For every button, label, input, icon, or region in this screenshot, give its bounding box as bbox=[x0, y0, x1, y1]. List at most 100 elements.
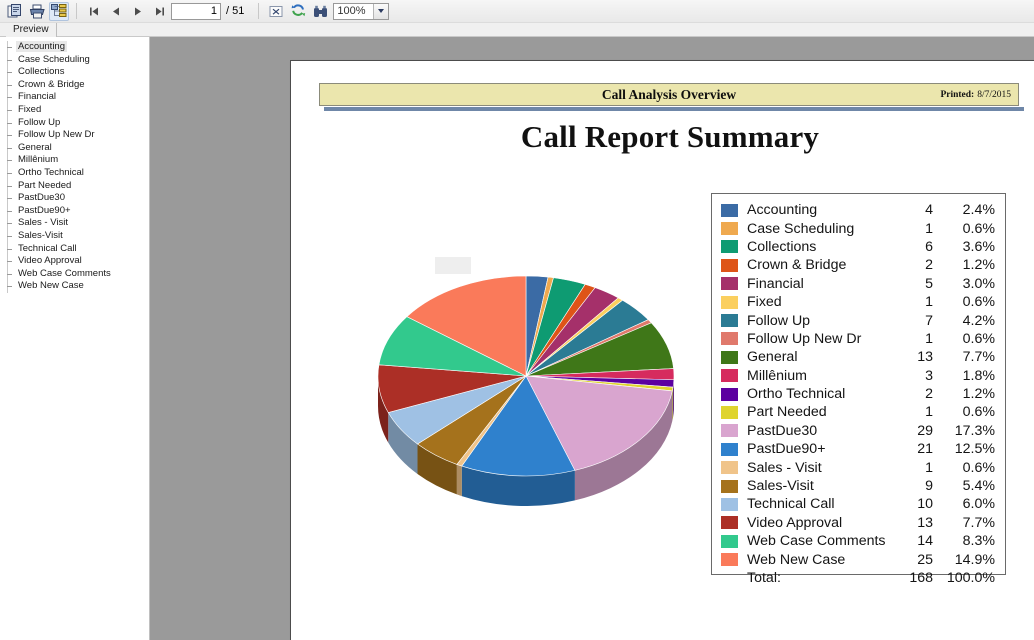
printed-label: Printed: bbox=[940, 89, 975, 100]
sidebar-item-financial[interactable]: Financial bbox=[0, 91, 149, 105]
legend-category-label: Technical Call bbox=[747, 496, 835, 513]
legend-row: Fixed 1 0.6% bbox=[721, 293, 995, 311]
legend-count-value: 2 bbox=[925, 386, 933, 403]
search-text-button[interactable] bbox=[310, 2, 330, 21]
legend-color-swatch bbox=[721, 461, 738, 475]
legend-count-value: 6 bbox=[925, 238, 933, 255]
sidebar-item-follow-up-new-dr[interactable]: Follow Up New Dr bbox=[0, 129, 149, 143]
report-banner: Call Analysis Overview Printed: 8/7/2015 bbox=[319, 83, 1019, 106]
pie-chart bbox=[366, 256, 686, 506]
tree-node-dash-icon bbox=[7, 273, 12, 275]
legend-color-swatch bbox=[721, 405, 738, 419]
first-page-button[interactable] bbox=[84, 2, 104, 21]
group-tree: Accounting Case Scheduling Collections Crow… bbox=[0, 37, 149, 294]
legend-percent-value: 0.6% bbox=[962, 404, 995, 421]
tree-node-dash-icon bbox=[7, 198, 12, 200]
toggle-group-tree-button[interactable] bbox=[49, 1, 69, 21]
sidebar-item-crown-bridge[interactable]: Crown & Bridge bbox=[0, 78, 149, 92]
tab-preview[interactable]: Preview bbox=[6, 23, 57, 37]
last-page-button[interactable] bbox=[150, 2, 170, 21]
refresh-button[interactable] bbox=[288, 2, 308, 21]
legend-count-value: 2 bbox=[925, 257, 933, 274]
sidebar-item-label: Accounting bbox=[16, 41, 68, 52]
sidebar-item-follow-up[interactable]: Follow Up bbox=[0, 116, 149, 130]
legend-row: Web Case Comments 14 8.3% bbox=[721, 532, 995, 550]
chevron-down-icon[interactable] bbox=[373, 3, 389, 19]
sidebar-item-part-needed[interactable]: Part Needed bbox=[0, 179, 149, 193]
legend-color-swatch bbox=[721, 479, 738, 493]
sidebar-item-accounting[interactable]: Accounting bbox=[0, 41, 149, 54]
legend-row: Follow Up 7 4.2% bbox=[721, 311, 995, 329]
legend-color-swatch bbox=[721, 387, 738, 401]
sidebar-item-video-approval[interactable]: Video Approval bbox=[0, 255, 149, 269]
toolbar: / 51 100% bbox=[0, 0, 1034, 23]
legend-percent-value: 12.5% bbox=[954, 441, 995, 458]
legend-row: Sales-Visit 9 5.4% bbox=[721, 477, 995, 495]
chart-legend: Accounting 4 2.4% Case Scheduling 1 0.6% Colle… bbox=[711, 193, 1006, 586]
sidebar-item-general[interactable]: General bbox=[0, 141, 149, 155]
tree-view-icon bbox=[51, 4, 67, 17]
sidebar-item-fixed[interactable]: Fixed bbox=[0, 103, 149, 117]
sidebar-item-sales-visit[interactable]: Sales-Visit bbox=[0, 229, 149, 243]
sidebar-item-mill-nium[interactable]: Millênium bbox=[0, 154, 149, 168]
legend-percent-value: 1.2% bbox=[962, 386, 995, 403]
legend-row: Ortho Technical 2 1.2% bbox=[721, 385, 995, 403]
legend-category-label: Web New Case bbox=[747, 551, 846, 568]
sidebar-item-web-case-comments[interactable]: Web Case Comments bbox=[0, 267, 149, 281]
sidebar-item-label: Crown & Bridge bbox=[18, 78, 85, 90]
sidebar-item-label: PastDue30 bbox=[18, 192, 66, 204]
sidebar-item-collections[interactable]: Collections bbox=[0, 66, 149, 80]
legend-category-label: Part Needed bbox=[747, 404, 827, 421]
legend-color-swatch bbox=[721, 534, 738, 548]
sidebar-item-technical-call[interactable]: Technical Call bbox=[0, 242, 149, 256]
legend-color-swatch bbox=[721, 332, 738, 346]
tree-node-dash-icon bbox=[7, 235, 12, 237]
sidebar-item-label: Ortho Technical bbox=[18, 166, 84, 178]
print-report-button[interactable] bbox=[27, 2, 47, 21]
tree-node-dash-icon bbox=[7, 59, 12, 61]
legend-percent-value: 5.4% bbox=[962, 478, 995, 495]
tree-node-dash-icon bbox=[7, 261, 12, 263]
sidebar-item-case-scheduling[interactable]: Case Scheduling bbox=[0, 53, 149, 67]
next-page-button[interactable] bbox=[128, 2, 148, 21]
legend-category-label: Video Approval bbox=[747, 514, 843, 531]
sidebar-item-label: Web Case Comments bbox=[18, 267, 111, 279]
toolbar-separator-2 bbox=[258, 3, 260, 19]
legend-category-label: Financial bbox=[747, 275, 804, 292]
legend-count-value: 1 bbox=[925, 459, 933, 476]
pie-slice-side bbox=[672, 387, 674, 421]
preview-canvas[interactable]: Call Analysis Overview Printed: 8/7/2015… bbox=[150, 37, 1034, 640]
next-page-icon bbox=[135, 7, 141, 15]
previous-page-button[interactable] bbox=[106, 2, 126, 21]
tree-node-dash-icon bbox=[7, 109, 12, 111]
group-tree-panel[interactable]: Accounting Case Scheduling Collections Crow… bbox=[0, 37, 150, 640]
sidebar-item-label: Sales-Visit bbox=[18, 229, 63, 241]
legend-row: Part Needed 1 0.6% bbox=[721, 403, 995, 421]
legend-row: PastDue90+ 21 12.5% bbox=[721, 440, 995, 458]
legend-row: Follow Up New Dr 1 0.6% bbox=[721, 330, 995, 348]
tree-node-dash-icon bbox=[7, 248, 12, 250]
sidebar-item-pastdue30[interactable]: PastDue30 bbox=[0, 192, 149, 206]
sidebar-item-ortho-technical[interactable]: Ortho Technical bbox=[0, 166, 149, 180]
banner-title: Call Analysis Overview bbox=[601, 86, 737, 102]
sidebar-item-web-new-case[interactable]: Web New Case bbox=[0, 280, 149, 294]
export-report-button[interactable] bbox=[5, 2, 25, 21]
first-page-icon bbox=[90, 7, 98, 15]
close-view-icon bbox=[269, 5, 283, 17]
legend-total-row: Total: 168 100.0% bbox=[721, 569, 995, 587]
legend-count-value: 25 bbox=[917, 551, 933, 568]
sidebar-item-label: Web New Case bbox=[18, 280, 84, 292]
sidebar-item-pastdue90[interactable]: PastDue90+ bbox=[0, 204, 149, 218]
legend-color-swatch bbox=[721, 240, 738, 254]
zoom-select[interactable]: 100% bbox=[333, 2, 390, 20]
legend-color-swatch bbox=[721, 350, 738, 364]
tree-node-dash-icon bbox=[7, 210, 12, 212]
sidebar-item-sales-visit[interactable]: Sales - Visit bbox=[0, 217, 149, 231]
legend-row: Financial 5 3.0% bbox=[721, 275, 995, 293]
close-current-view-button[interactable] bbox=[266, 2, 286, 21]
legend-row: Sales - Visit 1 0.6% bbox=[721, 458, 995, 476]
page-number-input[interactable] bbox=[171, 2, 221, 20]
zoom-value: 100% bbox=[337, 5, 366, 17]
legend-total-percent: 100.0% bbox=[946, 570, 995, 586]
legend-percent-value: 0.6% bbox=[962, 220, 995, 237]
